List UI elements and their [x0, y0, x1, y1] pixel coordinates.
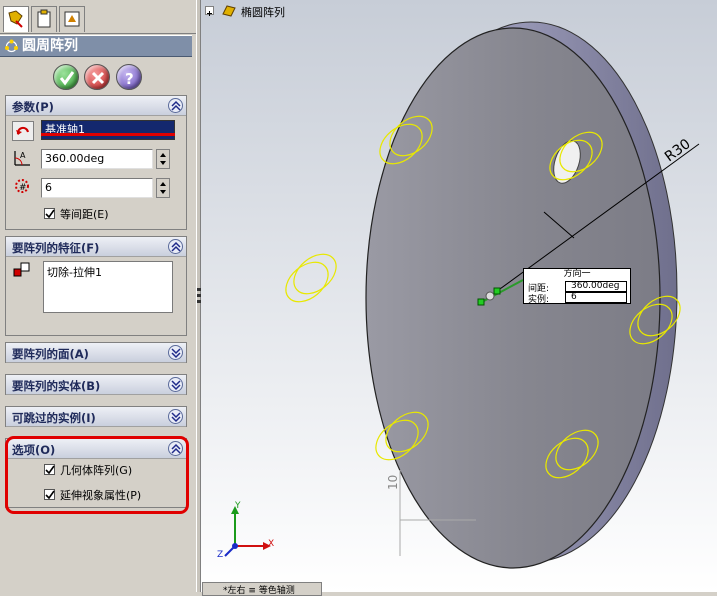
expand-faces-button[interactable] — [168, 345, 183, 360]
parameters-title: 参数(P) — [12, 100, 54, 114]
checkmark-icon — [59, 71, 75, 86]
callout-instances-label: 实例: — [528, 295, 550, 305]
cancel-button[interactable] — [84, 64, 110, 90]
double-chevron-down-icon — [171, 380, 181, 391]
question-icon: ? — [125, 70, 134, 87]
parameters-header[interactable]: 参数(P) — [6, 96, 186, 116]
reverse-direction-button[interactable] — [12, 121, 34, 141]
angle-field[interactable]: 360.00deg — [41, 149, 153, 169]
reverse-direction-icon — [16, 126, 29, 135]
axis-selection-field[interactable]: 基准轴1 — [41, 120, 175, 140]
feature-list-icon — [12, 261, 34, 281]
collapse-parameters-button[interactable] — [168, 98, 183, 113]
bodies-to-pattern-title: 要阵列的实体(B) — [12, 379, 101, 393]
double-chevron-up-icon — [171, 100, 181, 111]
ok-button[interactable] — [53, 64, 79, 90]
property-manager: 圆周阵列 ? 参数(P) 基准轴1 A 360.00deg # 6 等间距(E)… — [0, 0, 196, 592]
double-chevron-down-icon — [171, 412, 181, 423]
bodies-to-pattern-group: 要阵列的实体(B) — [5, 374, 187, 395]
graphics-area[interactable]: R30 10 Y X Z 椭圆阵列 — [201, 0, 717, 592]
equal-spacing-label: 等间距(E) — [60, 208, 109, 221]
angle-icon: A — [12, 148, 34, 168]
instances-icon: # — [12, 176, 34, 196]
svg-text:A: A — [20, 151, 26, 160]
plus-icon — [207, 11, 212, 16]
angle-spinner[interactable] — [156, 149, 170, 169]
features-to-pattern-group: 要阵列的特征(F) 切除-拉伸1 — [5, 236, 187, 336]
faces-to-pattern-group: 要阵列的面(A) — [5, 342, 187, 363]
instances-to-skip-header[interactable]: 可跳过的实例(I) — [6, 407, 186, 427]
triad-z-label: Z — [217, 550, 224, 560]
callout-instances-field[interactable]: 6 — [565, 292, 627, 303]
features-list[interactable]: 切除-拉伸1 — [43, 261, 173, 313]
equal-spacing-checkbox[interactable] — [44, 208, 55, 219]
property-manager-icon — [8, 10, 23, 28]
callout-header: 方向一 — [563, 269, 591, 279]
help-button[interactable]: ? — [116, 64, 142, 90]
collapse-features-button[interactable] — [168, 239, 183, 254]
clipboard-icon — [37, 9, 51, 28]
triad-y-label: Y — [235, 501, 241, 511]
faces-to-pattern-header[interactable]: 要阵列的面(A) — [6, 343, 186, 363]
manager-tab-bar — [0, 0, 196, 34]
tab-property-manager[interactable] — [3, 6, 29, 32]
instances-to-skip-group: 可跳过的实例(I) — [5, 406, 187, 427]
instances-field[interactable]: 6 — [41, 178, 153, 198]
options-highlight-outline — [5, 436, 189, 514]
instances-to-skip-title: 可跳过的实例(I) — [12, 411, 96, 425]
parameters-group: 参数(P) 基准轴1 A 360.00deg # 6 等间距(E) — [5, 95, 187, 230]
instances-spinner[interactable] — [156, 178, 170, 198]
part-icon — [221, 4, 237, 18]
bodies-to-pattern-header[interactable]: 要阵列的实体(B) — [6, 375, 186, 395]
instances-value: 6 — [45, 181, 52, 194]
expand-bodies-button[interactable] — [168, 377, 183, 392]
svg-text:?: ? — [125, 70, 134, 87]
double-chevron-down-icon — [171, 348, 181, 359]
feature-list-item[interactable]: 切除-拉伸1 — [47, 264, 102, 280]
faces-to-pattern-title: 要阵列的面(A) — [12, 347, 89, 361]
tab-configuration[interactable] — [31, 6, 57, 32]
circular-pattern-icon — [5, 39, 18, 53]
double-chevron-up-icon — [171, 241, 181, 252]
triad-x-label: X — [268, 539, 275, 549]
view-tab-label: *左右 ≡ 等色轴测 — [223, 586, 295, 596]
angle-value: 360.00deg — [45, 152, 105, 165]
tree-item[interactable]: 椭圆阵列 — [241, 4, 285, 20]
expand-skip-button[interactable] — [168, 409, 183, 424]
display-manager-icon — [64, 11, 80, 27]
view-tab[interactable]: *左右 ≡ 等色轴测 — [202, 582, 322, 596]
tree-expand-button[interactable] — [205, 6, 214, 16]
svg-text:#: # — [19, 183, 27, 193]
axis-selection-highlight — [41, 133, 175, 136]
model-viewport: R30 10 — [201, 0, 717, 592]
pattern-callout: 方向一 间距: 360.00deg 实例: 6 — [523, 268, 631, 305]
checkmark-icon — [45, 209, 55, 219]
tab-display[interactable] — [59, 6, 85, 32]
thickness-dimension: 10 — [386, 475, 400, 490]
callout-spacing-field[interactable]: 360.00deg — [565, 281, 627, 292]
close-icon — [91, 71, 105, 85]
feature-title-bar: 圆周阵列 — [0, 35, 192, 57]
features-to-pattern-header[interactable]: 要阵列的特征(F) — [6, 237, 186, 257]
feature-title: 圆周阵列 — [22, 38, 78, 54]
features-to-pattern-title: 要阵列的特征(F) — [12, 241, 100, 255]
